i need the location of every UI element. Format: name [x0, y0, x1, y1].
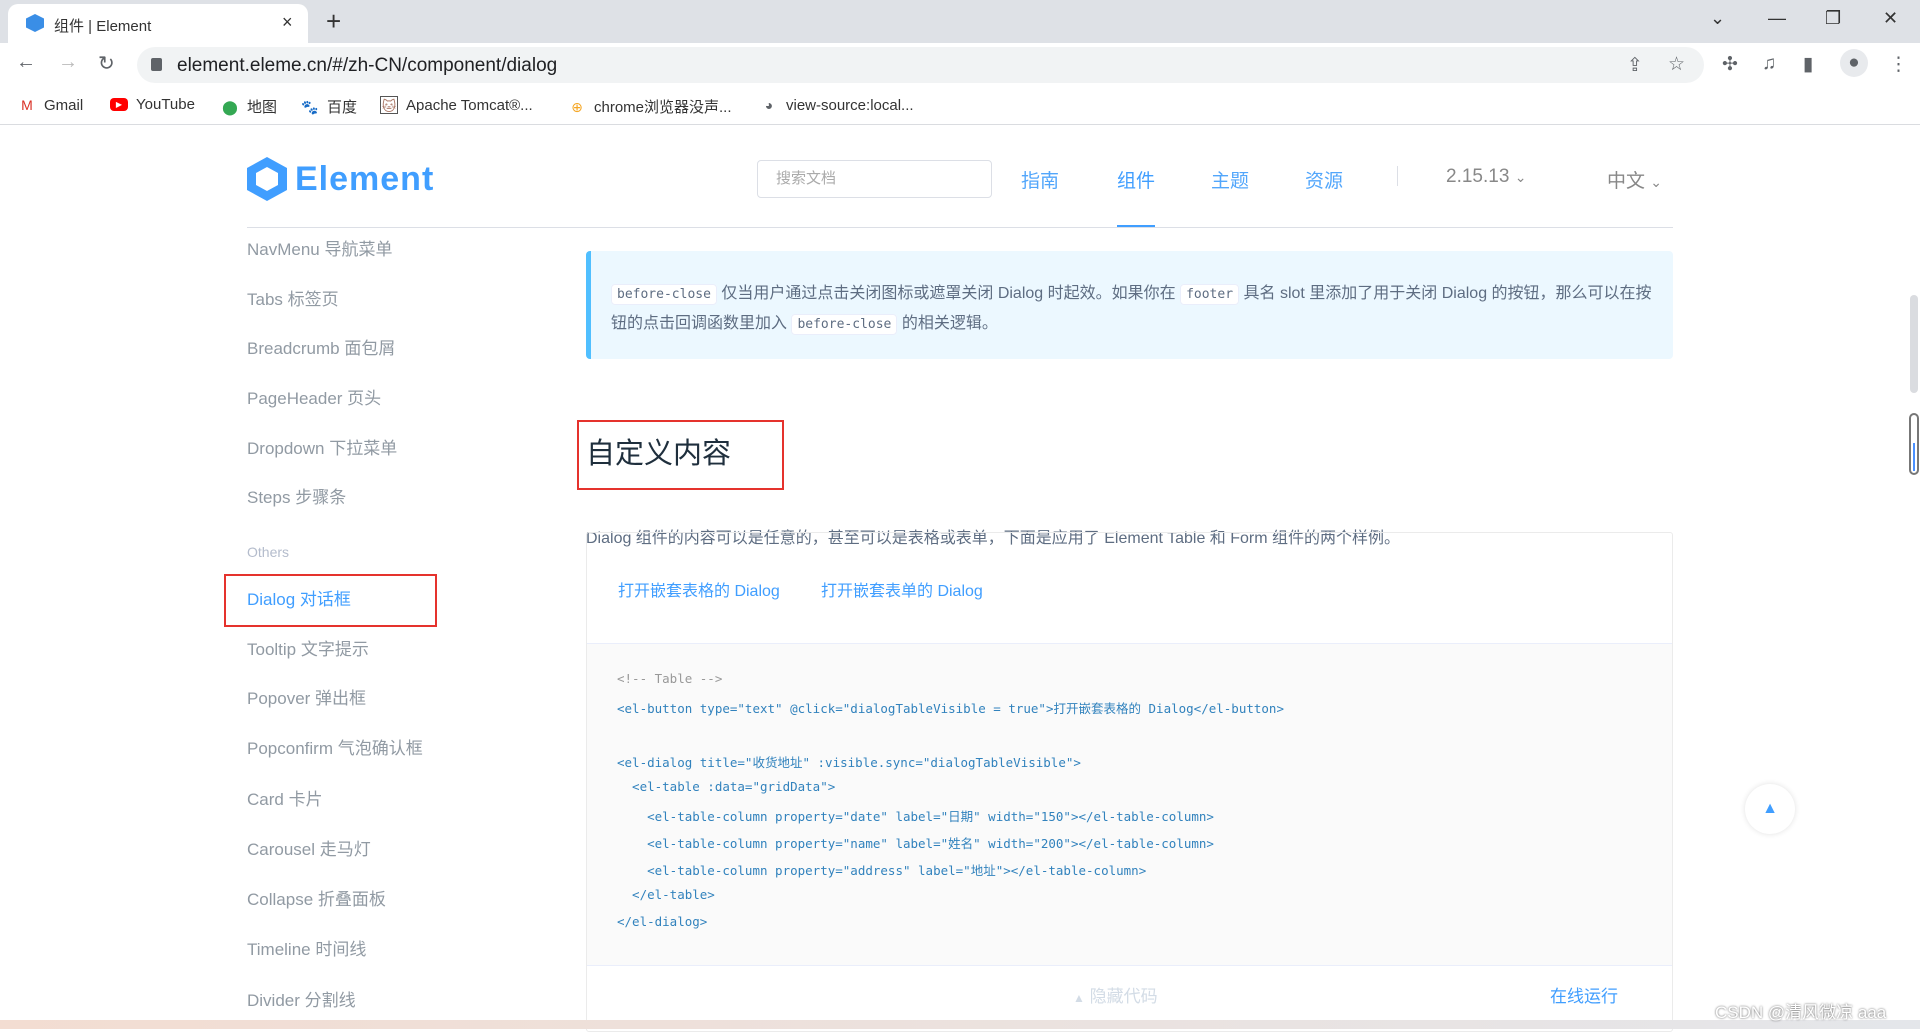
taskbar-edge [0, 1020, 1920, 1029]
element-favicon-icon [26, 14, 44, 32]
chevron-down-icon: ⌄ [1650, 174, 1663, 190]
nav-guide[interactable]: 指南 [1021, 166, 1059, 193]
code-line: <el-table-column property="address" labe… [617, 863, 1147, 878]
code-line: <el-button type="text" @click="dialogTab… [617, 701, 1284, 716]
baidu-icon: 🐾 [301, 98, 319, 115]
watermark: CSDN @清风微凉 aaa [1715, 1003, 1887, 1022]
search-input[interactable]: 搜索文档 [757, 160, 992, 198]
media-control-icon[interactable]: ♫ [1762, 53, 1776, 75]
sidebar-item-tooltip[interactable]: Tooltip 文字提示 [247, 635, 369, 660]
sidebar-item-steps[interactable]: Steps 步骤条 [247, 483, 346, 508]
inline-code: before-close [791, 314, 898, 335]
browser-tab[interactable]: 组件 | Element × [8, 4, 308, 43]
tomcat-icon: 🐱 [380, 96, 398, 114]
code-line: </el-dialog> [617, 914, 708, 929]
code-line: <el-table :data="gridData"> [617, 779, 836, 794]
sidebar-item-carousel[interactable]: Carousel 走马灯 [247, 835, 371, 860]
code-block: <!-- Table --> <el-button type="text" @c… [587, 643, 1672, 966]
profile-avatar-icon[interactable]: ● [1840, 49, 1868, 77]
globe-icon: ◕ [764, 97, 774, 113]
open-table-dialog-button[interactable]: 打开嵌套表格的 Dialog [618, 577, 780, 601]
tab-strip: 组件 | Element × + ⌄ — ❐ ✕ [0, 0, 1920, 43]
sidebar-group-others: Others [247, 544, 290, 560]
inline-code: before-close [611, 284, 717, 305]
element-logo-icon [247, 157, 287, 201]
sidebar-item-pageheader[interactable]: PageHeader 页头 [247, 384, 381, 409]
code-line: <el-dialog title="收货地址" :visible.sync="d… [617, 755, 1081, 770]
close-window-icon[interactable]: ✕ [1883, 8, 1898, 29]
restore-icon[interactable]: ❐ [1825, 8, 1841, 29]
code-line: <el-table-column property="name" label="… [617, 836, 1214, 851]
hide-code-button[interactable]: ▲ 隐藏代码 [1073, 982, 1158, 1007]
element-logo[interactable]: Element [247, 157, 434, 201]
scrollbar-track[interactable] [1910, 295, 1918, 393]
bookmark-baidu[interactable]: 🐾 百度 [301, 96, 357, 117]
nav-resource[interactable]: 资源 [1305, 166, 1343, 193]
tab-close-icon[interactable]: × [282, 12, 293, 33]
sidebar-item-navmenu[interactable]: NavMenu 导航菜单 [247, 235, 392, 260]
sidebar-item-timeline[interactable]: Timeline 时间线 [247, 935, 366, 960]
tab-search-icon[interactable]: ⌄ [1710, 8, 1725, 29]
nav-theme[interactable]: 主题 [1211, 166, 1249, 193]
maps-icon: ⬤ [222, 98, 238, 115]
bookmark-youtube[interactable]: ▶ YouTube [110, 96, 195, 113]
tab-title: 组件 | Element [54, 18, 152, 35]
new-tab-button[interactable]: + [326, 6, 341, 37]
code-line: </el-table> [617, 887, 715, 902]
bookmark-star-icon[interactable]: ☆ [1668, 53, 1685, 76]
tip-block: before-close 仅当用户通过点击关闭图标或遮罩关闭 Dialog 时起… [586, 251, 1673, 359]
sidebar-item-divider[interactable]: Divider 分割线 [247, 986, 356, 1011]
lock-icon [151, 58, 162, 71]
language-select[interactable]: 中文 ⌄ [1607, 166, 1662, 193]
header-divider [247, 227, 1673, 228]
address-bar[interactable]: element.eleme.cn/#/zh-CN/component/dialo… [137, 47, 1704, 83]
back-icon[interactable]: ← [16, 51, 36, 74]
highlight-box-dialog [224, 574, 437, 627]
sidebar-item-popover[interactable]: Popover 弹出框 [247, 684, 366, 709]
version-select[interactable]: 2.15.13 ⌄ [1446, 166, 1526, 188]
url-text[interactable]: element.eleme.cn/#/zh-CN/component/dialo… [177, 55, 557, 77]
share-icon[interactable]: ⇪ [1627, 54, 1643, 77]
sidebar-item-collapse[interactable]: Collapse 折叠面板 [247, 885, 386, 910]
chevron-down-icon: ⌄ [1514, 169, 1527, 185]
sidebar-item-card[interactable]: Card 卡片 [247, 785, 323, 810]
youtube-icon: ▶ [110, 98, 128, 111]
back-to-top-button[interactable]: ▲ [1745, 784, 1795, 834]
bookmark-chrome-sound[interactable]: ⊕ chrome浏览器没声... [568, 96, 731, 117]
nav-divider [1397, 166, 1398, 186]
code-line: <!-- Table --> [617, 671, 723, 686]
bookmark-tomcat[interactable]: 🐱 Apache Tomcat®... [380, 96, 533, 114]
reload-icon[interactable]: ↻ [98, 51, 115, 76]
demo-block: 打开嵌套表格的 Dialog 打开嵌套表单的 Dialog <!-- Table… [586, 532, 1673, 1032]
menu-kebab-icon[interactable]: ⋮ [1889, 53, 1908, 76]
site-icon: ⊕ [571, 98, 583, 115]
caret-up-icon: ▲ [1073, 991, 1085, 1005]
sidebar-item-breadcrumb[interactable]: Breadcrumb 面包屑 [247, 334, 395, 359]
bookmark-view-source[interactable]: ◕ view-source:local... [760, 96, 914, 114]
bookmarks-bar: M Gmail ▶ YouTube ⬤ 地图 🐾 百度 🐱 Apache Tomcat®.… [0, 85, 1920, 125]
caret-up-icon: ▲ [1762, 800, 1778, 817]
highlight-box-heading [577, 420, 784, 490]
run-online-button[interactable]: 在线运行 [1550, 982, 1618, 1007]
extensions-icon[interactable]: ✣ [1722, 53, 1738, 76]
inline-code: footer [1180, 284, 1240, 305]
minimize-icon[interactable]: — [1768, 8, 1786, 29]
side-panel-icon[interactable]: ▮ [1803, 53, 1813, 76]
open-form-dialog-button[interactable]: 打开嵌套表单的 Dialog [821, 577, 983, 601]
browser-toolbar: ← → ↻ element.eleme.cn/#/zh-CN/component… [0, 43, 1920, 85]
nav-component[interactable]: 组件 [1117, 166, 1155, 193]
bookmark-maps[interactable]: ⬤ 地图 [221, 96, 277, 117]
forward-icon[interactable]: → [58, 51, 78, 74]
scrollbar-thumb[interactable] [1909, 413, 1919, 475]
bookmark-gmail[interactable]: M Gmail [18, 96, 83, 114]
gmail-icon: M [21, 97, 33, 113]
sidebar-item-dropdown[interactable]: Dropdown 下拉菜单 [247, 434, 397, 459]
sidebar-item-popconfirm[interactable]: Popconfirm 气泡确认框 [247, 734, 423, 759]
sidebar-item-tabs[interactable]: Tabs 标签页 [247, 285, 339, 310]
code-line: <el-table-column property="date" label="… [617, 809, 1214, 824]
